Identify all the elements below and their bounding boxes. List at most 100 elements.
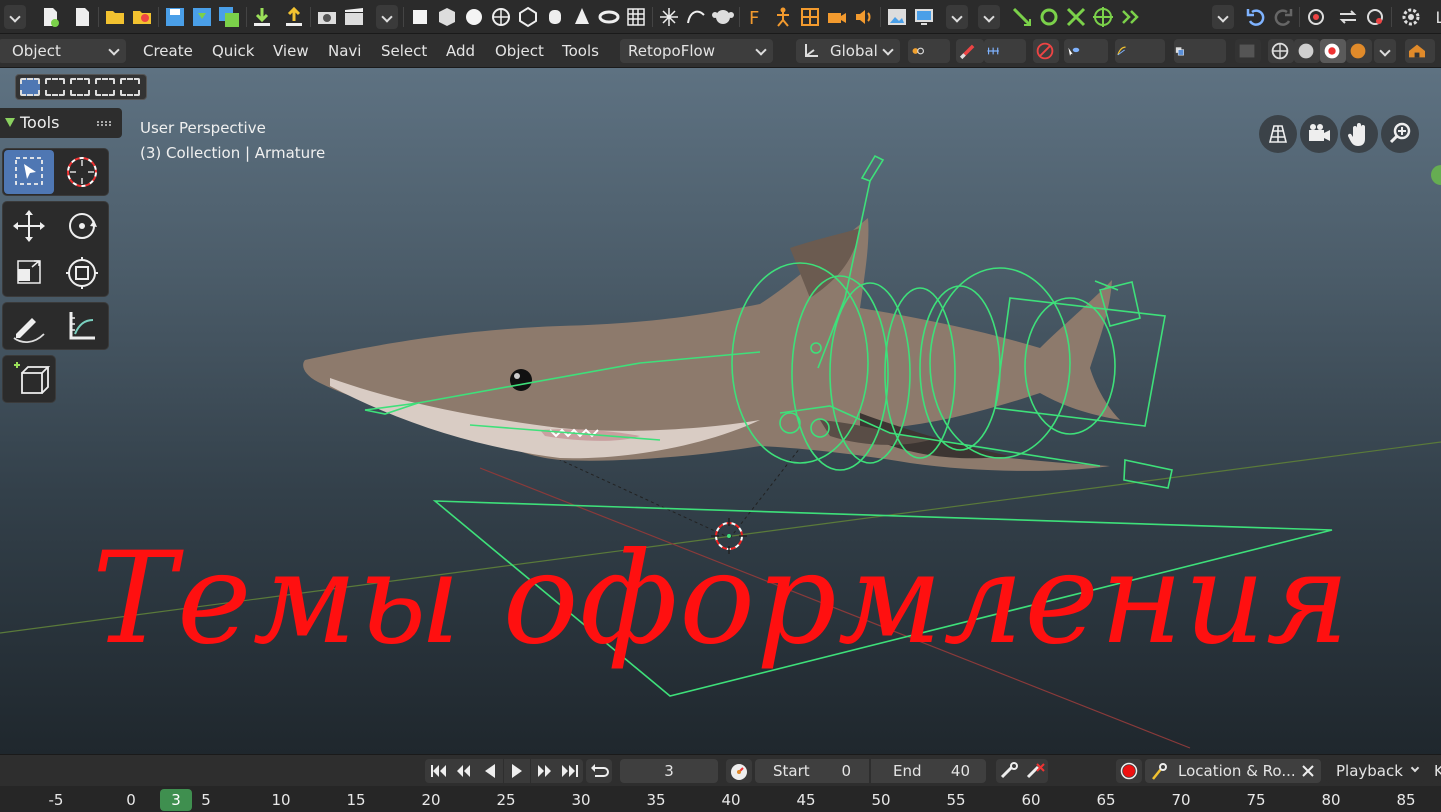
snap-increment-icon[interactable] bbox=[984, 39, 1026, 63]
add-monkey-icon[interactable] bbox=[711, 5, 735, 29]
use-preview-range-button[interactable] bbox=[726, 759, 752, 783]
keying-set-dropdown[interactable]: Location & Ro... bbox=[1145, 759, 1321, 783]
keyframe-delete-button[interactable] bbox=[1022, 759, 1048, 783]
rotate-tool[interactable] bbox=[57, 204, 107, 248]
new-document-icon[interactable] bbox=[70, 5, 94, 29]
snap-magnet-icon[interactable] bbox=[956, 39, 984, 63]
add-grid-icon[interactable] bbox=[624, 5, 648, 29]
import-icon[interactable] bbox=[250, 5, 274, 29]
start-frame-field[interactable]: Start 0 bbox=[755, 759, 869, 783]
select-extend-icon[interactable] bbox=[45, 78, 65, 96]
add-cylinder-icon[interactable] bbox=[543, 5, 567, 29]
select-intersect-icon[interactable] bbox=[120, 78, 140, 96]
current-frame-marker[interactable]: 3 bbox=[160, 789, 192, 811]
3d-viewport[interactable]: Tools User Perspective (3) Collection | … bbox=[0, 68, 1441, 754]
undo-icon[interactable] bbox=[1244, 5, 1268, 29]
camera-view-button[interactable] bbox=[1300, 115, 1338, 153]
select-invert-icon[interactable] bbox=[95, 78, 115, 96]
menu-quick[interactable]: Quick bbox=[212, 41, 254, 61]
jump-start-button[interactable] bbox=[425, 759, 451, 783]
render-animation-icon[interactable] bbox=[342, 5, 366, 29]
add-cube-tool[interactable] bbox=[4, 357, 54, 401]
xray-icon[interactable] bbox=[1235, 39, 1261, 63]
jump-keyframe-back-button[interactable] bbox=[451, 759, 477, 783]
export-icon[interactable] bbox=[282, 5, 306, 29]
object-mode-dropdown[interactable]: Object Mode bbox=[0, 39, 126, 84]
gizmo-toggle-icon[interactable] bbox=[1115, 39, 1165, 63]
repeat-last-icon[interactable] bbox=[1304, 5, 1328, 29]
editor-dropdown[interactable] bbox=[946, 5, 968, 29]
menu-object[interactable]: Object bbox=[495, 41, 544, 61]
reload-icon[interactable] bbox=[1363, 5, 1387, 29]
playback-dropdown[interactable]: Playback bbox=[1326, 759, 1424, 783]
zoom-view-button[interactable] bbox=[1381, 115, 1419, 153]
shading-dropdown[interactable] bbox=[1374, 39, 1396, 63]
transform-orientation-dropdown[interactable]: Global bbox=[796, 39, 900, 63]
annotate-tool[interactable] bbox=[4, 304, 54, 348]
transform-tool[interactable] bbox=[57, 251, 107, 295]
menu-navi[interactable]: Navi bbox=[328, 41, 361, 61]
selection-mode-buttons[interactable] bbox=[15, 74, 147, 100]
retopoflow-dropdown[interactable]: RetopoFlow 3.2.4 bbox=[620, 39, 773, 84]
add-ico-sphere-icon[interactable] bbox=[516, 5, 540, 29]
refresh-icon[interactable] bbox=[1336, 5, 1360, 29]
add-cube-icon[interactable] bbox=[435, 5, 459, 29]
menu-select[interactable]: Select bbox=[381, 41, 427, 61]
add-curve-icon[interactable] bbox=[684, 5, 708, 29]
timeline-ruler[interactable]: -5 0 3 5 10 15 20 25 30 35 40 45 50 55 6… bbox=[0, 786, 1441, 812]
current-frame-field[interactable]: 3 bbox=[620, 759, 718, 783]
shading-rendered-icon[interactable] bbox=[1346, 39, 1372, 63]
add-torus-icon[interactable] bbox=[597, 5, 621, 29]
keyframe-insert-button[interactable] bbox=[996, 759, 1022, 783]
truncated-menu[interactable]: K bbox=[1430, 759, 1441, 783]
redo-icon[interactable] bbox=[1271, 5, 1295, 29]
add-cone-icon[interactable] bbox=[570, 5, 594, 29]
add-circle-icon[interactable] bbox=[462, 5, 486, 29]
render-dropdown[interactable] bbox=[376, 5, 398, 29]
preferences-gear-icon[interactable] bbox=[1399, 5, 1423, 29]
select-subtract-icon[interactable] bbox=[70, 78, 90, 96]
snap-transform-icon[interactable] bbox=[1091, 5, 1115, 29]
menu-create[interactable]: Create bbox=[143, 41, 193, 61]
pivot-point-icon[interactable] bbox=[908, 39, 950, 63]
tools-panel-header[interactable]: Tools bbox=[0, 108, 122, 138]
recent-folder-icon[interactable] bbox=[130, 5, 154, 29]
image-editor-icon[interactable] bbox=[885, 5, 909, 29]
snap-rotate-icon[interactable] bbox=[1037, 5, 1061, 29]
save-incremental-icon[interactable] bbox=[190, 5, 214, 29]
drag-grip-icon[interactable] bbox=[97, 121, 111, 126]
add-armature-icon[interactable] bbox=[771, 5, 795, 29]
snap-reset-icon[interactable] bbox=[1118, 5, 1142, 29]
history-dropdown[interactable] bbox=[1212, 5, 1234, 29]
home-icon[interactable] bbox=[1405, 39, 1435, 63]
play-button[interactable] bbox=[504, 759, 530, 783]
shading-wireframe-icon[interactable] bbox=[1268, 39, 1294, 63]
menu-tools[interactable]: Tools bbox=[562, 41, 599, 61]
snap-move-icon[interactable] bbox=[1010, 5, 1034, 29]
snap-scale-icon[interactable] bbox=[1064, 5, 1088, 29]
jump-end-button[interactable] bbox=[557, 759, 583, 783]
clear-x-icon[interactable] bbox=[1301, 764, 1315, 778]
auto-keying-button[interactable] bbox=[1116, 759, 1142, 783]
add-uv-sphere-icon[interactable] bbox=[489, 5, 513, 29]
select-visibility-icon[interactable] bbox=[1064, 39, 1108, 63]
add-empty-icon[interactable] bbox=[657, 5, 681, 29]
shading-solid-icon[interactable] bbox=[1294, 39, 1320, 63]
new-file-icon[interactable] bbox=[38, 5, 62, 29]
loop-button[interactable] bbox=[586, 759, 612, 783]
add-text-icon[interactable]: F bbox=[744, 5, 768, 29]
add-lattice-icon[interactable] bbox=[798, 5, 822, 29]
add-camera-icon[interactable] bbox=[825, 5, 849, 29]
measure-tool[interactable] bbox=[57, 304, 107, 348]
save-as-icon[interactable] bbox=[217, 5, 241, 29]
overlays-icon[interactable] bbox=[1174, 39, 1226, 63]
collapse-triangle-icon[interactable] bbox=[5, 118, 15, 127]
select-new-icon[interactable] bbox=[20, 78, 40, 96]
render-image-icon[interactable] bbox=[315, 5, 339, 29]
screen-icon[interactable] bbox=[912, 5, 936, 29]
cursor-tool[interactable] bbox=[57, 150, 107, 194]
select-box-tool[interactable] bbox=[4, 150, 54, 194]
menu-view[interactable]: View bbox=[273, 41, 309, 61]
add-plane-icon[interactable] bbox=[408, 5, 432, 29]
truncated-icon[interactable]: L bbox=[1428, 5, 1441, 29]
